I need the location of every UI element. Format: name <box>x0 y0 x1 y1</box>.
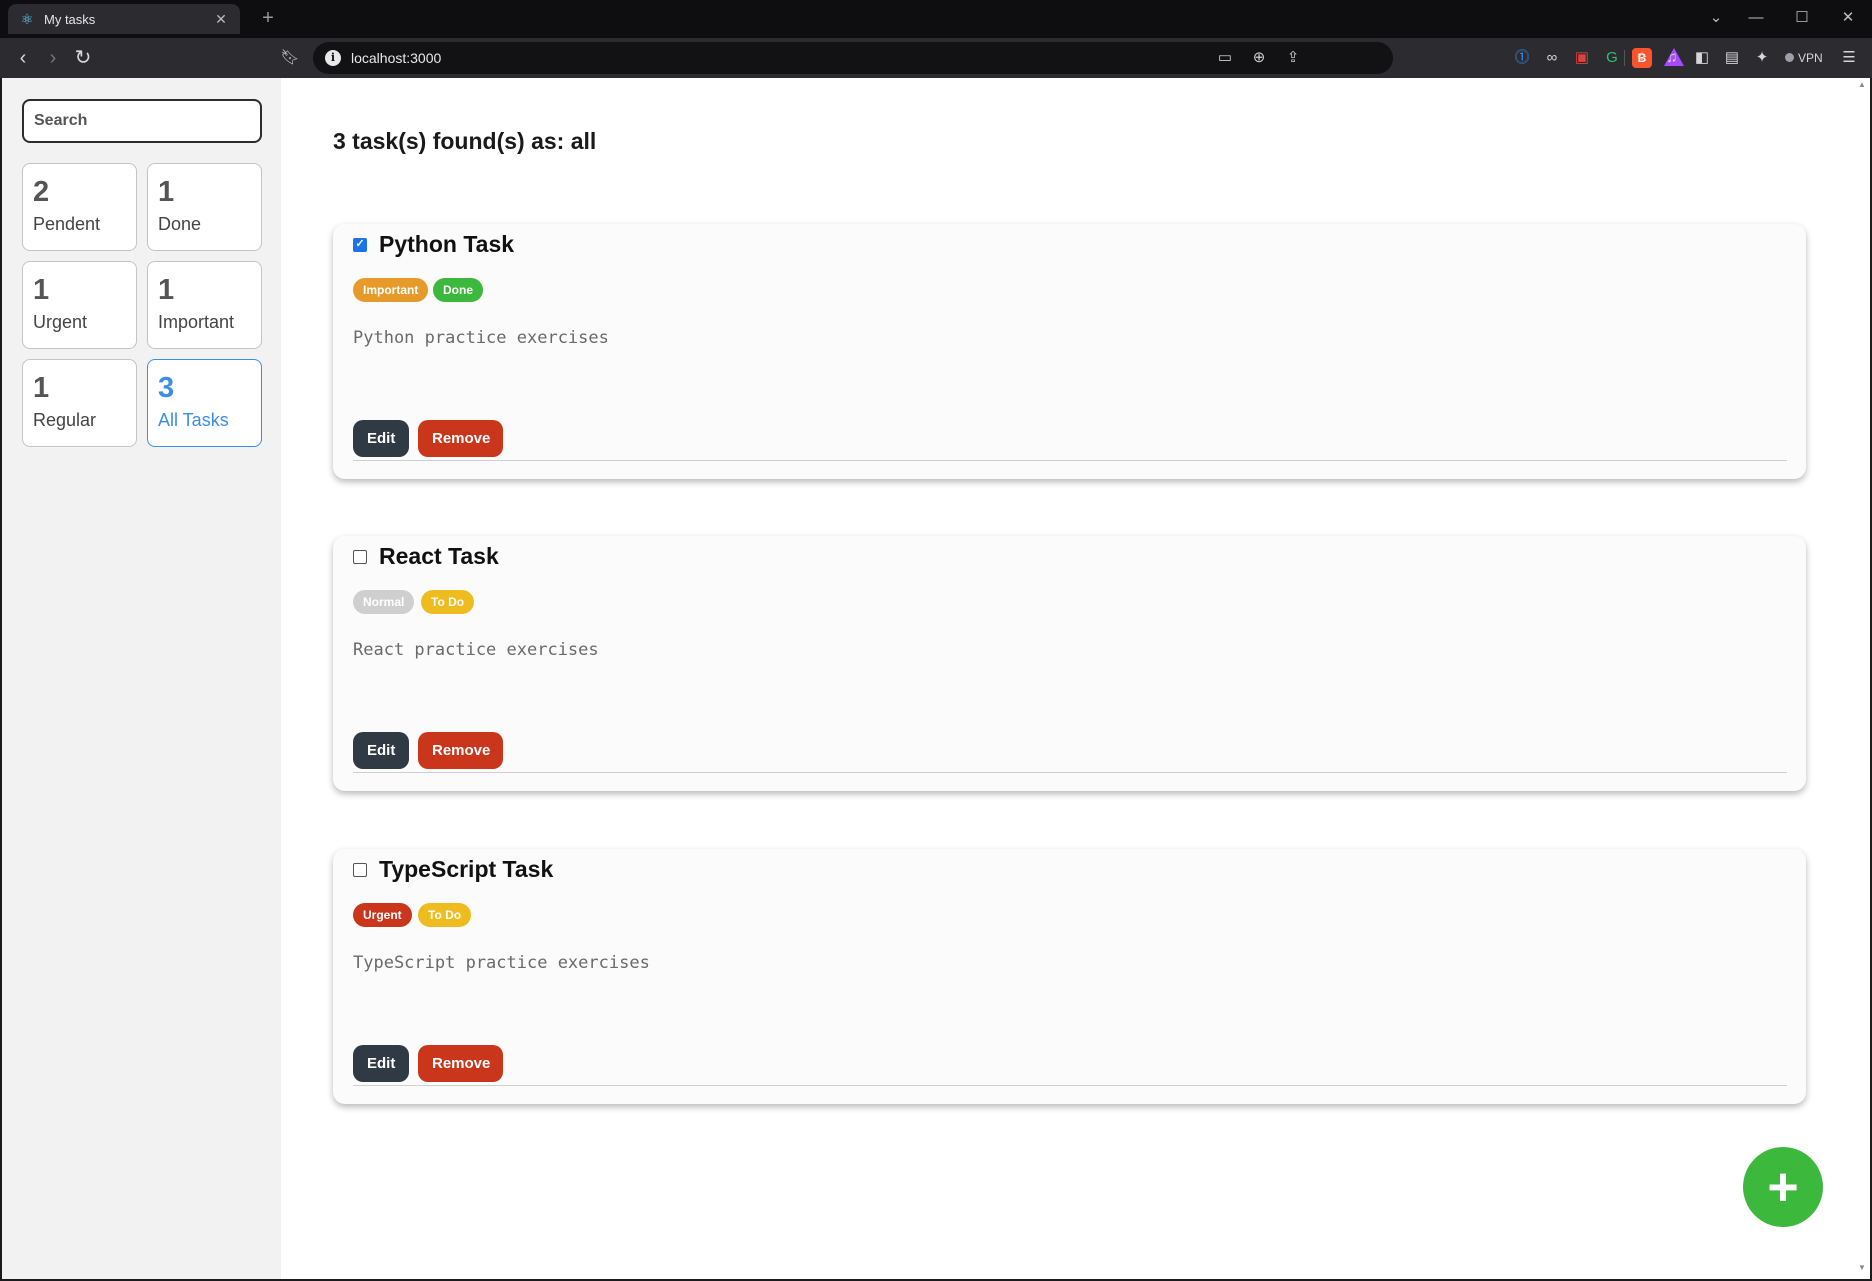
status-badge: To Do <box>421 590 475 614</box>
scrollbar-down-arrow-icon[interactable]: ▼ <box>1858 1263 1868 1272</box>
new-tab-button[interactable]: + <box>255 6 281 32</box>
vpn-button[interactable]: VPN <box>1785 47 1823 69</box>
browser-tab[interactable]: ⚛ My tasks ✕ <box>8 4 240 34</box>
back-button[interactable]: ‹ <box>10 46 36 72</box>
url-text[interactable]: localhost:3000 <box>351 50 441 66</box>
stat-card-done[interactable]: 1 Done <box>147 163 262 251</box>
add-task-button[interactable]: + <box>1743 1147 1823 1227</box>
status-badge: To Do <box>418 903 472 927</box>
task-card: ✓ Python Task Important Done Python prac… <box>333 224 1806 479</box>
menu-icon[interactable]: ☰ <box>1838 47 1860 69</box>
status-badge: Done <box>433 278 483 302</box>
task-card: React Task Normal To Do React practice e… <box>333 536 1806 791</box>
browser-toolbar: ‹ › ↻ 🔖︎ i localhost:3000 ▭ ⊕ ⇪ B ⓵ ∞ ▣ … <box>0 38 1872 78</box>
browser-tab-bar: ⚛ My tasks ✕ + ⌄ — ☐ ✕ <box>0 0 1872 38</box>
stat-card-regular[interactable]: 1 Regular <box>22 359 137 447</box>
password-manager-icon[interactable]: ⓵ <box>1511 47 1533 69</box>
task-title: React Task <box>379 543 499 569</box>
stat-value: 1 <box>33 274 50 306</box>
scrollbar-up-arrow-icon[interactable]: ▲ <box>1858 80 1868 89</box>
extensions-puzzle-icon[interactable]: ✧ <box>1631 47 1653 69</box>
vpn-label: VPN <box>1798 51 1823 65</box>
search-input[interactable] <box>22 99 262 143</box>
zoom-icon[interactable]: ⊕ <box>1248 48 1270 68</box>
tab-title: My tasks <box>44 11 96 27</box>
tab-search-chevron-icon[interactable]: ⌄ <box>1694 6 1738 30</box>
extension-red-icon[interactable]: ▣ <box>1571 47 1593 69</box>
stat-value: 2 <box>33 176 50 208</box>
site-info-icon[interactable]: i <box>325 50 341 66</box>
wallet-icon[interactable]: ▤ <box>1721 47 1743 69</box>
stat-card-all-tasks[interactable]: 3 All Tasks <box>147 359 262 447</box>
stat-value: 3 <box>158 372 175 404</box>
task-description: React practice exercises <box>353 640 599 660</box>
task-description: Python practice exercises <box>353 328 609 348</box>
stat-label: Done <box>158 214 202 234</box>
edit-button[interactable]: Edit <box>353 732 409 769</box>
task-description: TypeScript practice exercises <box>353 953 650 973</box>
priority-badge: Urgent <box>353 903 412 927</box>
share-icon[interactable]: ⇪ <box>1282 48 1304 68</box>
sidebar: 2 Pendent 1 Done 1 Urgent 1 Important 1 … <box>2 78 281 1279</box>
grammarly-icon[interactable]: G <box>1601 47 1623 69</box>
task-done-checkbox[interactable]: ✓ <box>353 238 367 252</box>
cast-icon[interactable]: ▭ <box>1214 48 1236 68</box>
stat-label: Pendent <box>33 214 101 234</box>
extension-glasses-icon[interactable]: ∞ <box>1541 47 1563 69</box>
vpn-status-icon <box>1785 53 1794 62</box>
priority-badge: Important <box>353 278 429 302</box>
task-title: Python Task <box>379 231 515 257</box>
task-done-checkbox[interactable] <box>353 550 367 564</box>
remove-button[interactable]: Remove <box>418 1045 503 1082</box>
stat-card-urgent[interactable]: 1 Urgent <box>22 261 137 349</box>
separator <box>1624 50 1625 66</box>
priority-badge: Normal <box>353 590 415 614</box>
minimize-window-button[interactable]: — <box>1734 6 1778 30</box>
stat-label: All Tasks <box>158 410 229 430</box>
divider <box>353 1085 1787 1086</box>
forward-button[interactable]: › <box>40 46 66 72</box>
page-title: 3 task(s) found(s) as: all <box>333 128 597 154</box>
media-music-icon[interactable]: ♫ <box>1661 47 1683 69</box>
task-list-panel: 3 task(s) found(s) as: all ✓ Python Task… <box>281 78 1870 1279</box>
close-tab-icon[interactable]: ✕ <box>210 11 232 28</box>
task-done-checkbox[interactable] <box>353 863 367 877</box>
leo-ai-icon[interactable]: ✦ <box>1751 47 1773 69</box>
divider <box>353 772 1787 773</box>
maximize-window-button[interactable]: ☐ <box>1780 6 1824 30</box>
page-viewport: 2 Pendent 1 Done 1 Urgent 1 Important 1 … <box>2 78 1870 1279</box>
task-card: TypeScript Task Urgent To Do TypeScript … <box>333 849 1806 1104</box>
divider <box>353 460 1787 461</box>
stat-value: 1 <box>158 274 175 306</box>
react-logo-icon: ⚛ <box>20 11 34 27</box>
reload-button[interactable]: ↻ <box>70 46 96 72</box>
edit-button[interactable]: Edit <box>353 1045 409 1082</box>
address-bar[interactable]: i localhost:3000 ▭ ⊕ ⇪ B <box>313 42 1684 74</box>
stat-card-pendent[interactable]: 2 Pendent <box>22 163 137 251</box>
edit-button[interactable]: Edit <box>353 420 409 457</box>
remove-button[interactable]: Remove <box>418 420 503 457</box>
close-window-button[interactable]: ✕ <box>1826 6 1870 30</box>
remove-button[interactable]: Remove <box>418 732 503 769</box>
stat-label: Urgent <box>33 312 88 332</box>
stat-label: Important <box>158 312 235 332</box>
bookmark-icon[interactable]: 🔖︎ <box>280 47 300 69</box>
stat-value: 1 <box>33 372 50 404</box>
stat-card-important[interactable]: 1 Important <box>147 261 262 349</box>
task-title: TypeScript Task <box>379 856 554 882</box>
sidebar-toggle-icon[interactable]: ◧ <box>1691 47 1713 69</box>
stat-value: 1 <box>158 176 175 208</box>
stat-label: Regular <box>33 410 97 430</box>
